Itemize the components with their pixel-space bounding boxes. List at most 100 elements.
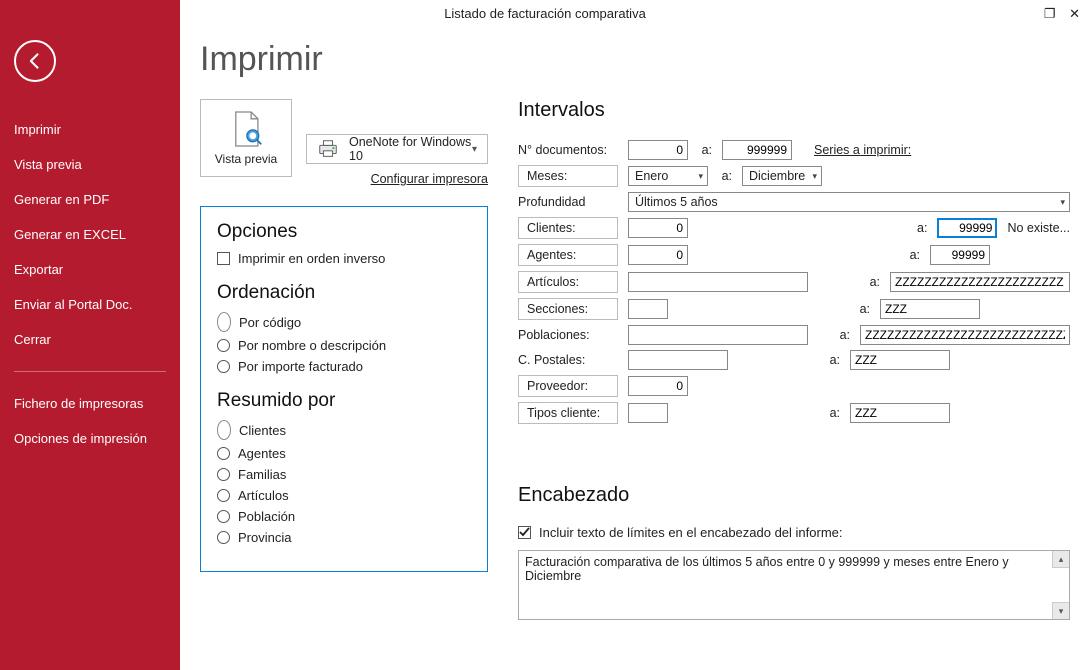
month-from-select[interactable]: Enero ▾: [628, 166, 708, 186]
docnum-to-input[interactable]: [722, 140, 792, 160]
main: Listado de facturación comparativa ❐ ✕ I…: [180, 0, 1090, 670]
ordering-option-code[interactable]: Por código: [217, 312, 471, 332]
docnum-label: N° documentos:: [518, 143, 618, 157]
reverse-order-label: Imprimir en orden inverso: [238, 251, 385, 266]
sections-from-input[interactable]: [628, 299, 668, 319]
postal-from-input[interactable]: [628, 350, 728, 370]
sidebar-item-print-options[interactable]: Opciones de impresión: [0, 421, 180, 456]
preview-label: Vista previa: [215, 152, 277, 166]
sidebar-item-print[interactable]: Imprimir: [0, 112, 180, 147]
towns-label: Poblaciones:: [518, 328, 618, 342]
window-title: Listado de facturación comparativa: [444, 6, 646, 21]
radio-icon: [217, 531, 230, 544]
articles-button[interactable]: Artículos:: [518, 271, 618, 293]
ordering-label: Por importe facturado: [238, 359, 363, 374]
clients-button[interactable]: Clientes:: [518, 217, 618, 239]
chevron-down-icon: ▾: [698, 171, 703, 182]
scroll-down-icon[interactable]: ▾: [1052, 602, 1069, 619]
sidebar: Imprimir Vista previa Generar en PDF Gen…: [0, 0, 180, 670]
towns-from-input[interactable]: [628, 325, 808, 345]
window-controls: ❐ ✕: [1034, 6, 1080, 22]
agents-from-input[interactable]: [628, 245, 688, 265]
ordering-heading: Ordenación: [217, 282, 471, 304]
summary-label: Agentes: [238, 446, 286, 461]
sidebar-item-close[interactable]: Cerrar: [0, 322, 180, 357]
sidebar-separator: [14, 371, 166, 372]
summary-option-agentes[interactable]: Agentes: [217, 446, 471, 461]
ordering-option-name[interactable]: Por nombre o descripción: [217, 338, 471, 353]
postal-label: C. Postales:: [518, 353, 618, 367]
summary-label: Población: [238, 509, 295, 524]
window-close-icon[interactable]: ✕: [1069, 6, 1080, 21]
radio-icon: [217, 420, 231, 440]
back-button[interactable]: [14, 40, 56, 82]
a-label: a:: [906, 248, 920, 262]
configure-printer-link[interactable]: Configurar impresora: [371, 172, 488, 186]
months-button[interactable]: Meses:: [518, 165, 618, 187]
summary-option-articulos[interactable]: Artículos: [217, 488, 471, 503]
towns-to-input[interactable]: [860, 325, 1070, 345]
a-label: a:: [826, 406, 840, 420]
summary-label: Clientes: [239, 423, 286, 438]
agents-to-input[interactable]: [930, 245, 990, 265]
printer-dropdown[interactable]: OneNote for Windows 10 ▾: [306, 134, 488, 164]
include-limits-checkbox[interactable]: Incluir texto de límites en el encabezad…: [518, 525, 1070, 540]
summary-label: Artículos: [238, 488, 289, 503]
summary-heading: Resumido por: [217, 390, 471, 412]
provider-from-input[interactable]: [628, 376, 688, 396]
series-link[interactable]: Series a imprimir:: [814, 143, 911, 157]
sidebar-item-export[interactable]: Exportar: [0, 252, 180, 287]
depth-label: Profundidad: [518, 195, 618, 209]
docnum-from-input[interactable]: [628, 140, 688, 160]
summary-option-provincia[interactable]: Provincia: [217, 530, 471, 545]
summary-option-clientes[interactable]: Clientes: [217, 420, 471, 440]
radio-icon: [217, 312, 231, 332]
summary-label: Familias: [238, 467, 286, 482]
radio-icon: [217, 510, 230, 523]
summary-option-familias[interactable]: Familias: [217, 467, 471, 482]
a-label: a:: [856, 302, 870, 316]
ctypes-button[interactable]: Tipos cliente:: [518, 402, 618, 424]
a-label: a:: [698, 143, 712, 157]
clients-from-input[interactable]: [628, 218, 688, 238]
sidebar-item-printers-file[interactable]: Fichero de impresoras: [0, 386, 180, 421]
left-panel: Opciones Imprimir en orden inverso Orden…: [200, 206, 488, 572]
ctypes-from-input[interactable]: [628, 403, 668, 423]
provider-button[interactable]: Proveedor:: [518, 375, 618, 397]
header-text-area[interactable]: Facturación comparativa de los últimos 5…: [518, 550, 1070, 620]
a-label: a:: [836, 328, 850, 342]
sidebar-item-portal[interactable]: Enviar al Portal Doc.: [0, 287, 180, 322]
summary-option-poblacion[interactable]: Población: [217, 509, 471, 524]
sections-to-input[interactable]: [880, 299, 980, 319]
ctypes-to-input[interactable]: [850, 403, 950, 423]
a-label: a:: [826, 353, 840, 367]
clients-to-input[interactable]: [937, 218, 997, 238]
a-label: a:: [866, 275, 880, 289]
reverse-order-checkbox[interactable]: Imprimir en orden inverso: [217, 251, 471, 266]
agents-button[interactable]: Agentes:: [518, 244, 618, 266]
ordering-label: Por nombre o descripción: [238, 338, 386, 353]
a-label: a:: [913, 221, 927, 235]
a-label: a:: [718, 169, 732, 183]
ordering-option-amount[interactable]: Por importe facturado: [217, 359, 471, 374]
intervals-heading: Intervalos: [518, 99, 1070, 122]
include-limits-label: Incluir texto de límites en el encabezad…: [539, 525, 843, 540]
arrow-left-icon: [25, 51, 45, 71]
month-to-value: Diciembre: [749, 169, 805, 183]
month-from-value: Enero: [635, 169, 668, 183]
clients-note: No existe...: [1007, 221, 1070, 235]
sidebar-item-pdf[interactable]: Generar en PDF: [0, 182, 180, 217]
window-restore-icon[interactable]: ❐: [1044, 6, 1056, 21]
postal-to-input[interactable]: [850, 350, 950, 370]
articles-to-input[interactable]: [890, 272, 1070, 292]
scroll-up-icon[interactable]: ▴: [1052, 551, 1069, 568]
sidebar-item-excel[interactable]: Generar en EXCEL: [0, 217, 180, 252]
radio-icon: [217, 447, 230, 460]
sections-button[interactable]: Secciones:: [518, 298, 618, 320]
articles-from-input[interactable]: [628, 272, 808, 292]
preview-button[interactable]: Vista previa: [200, 99, 292, 177]
sidebar-item-preview[interactable]: Vista previa: [0, 147, 180, 182]
depth-select[interactable]: Últimos 5 años ▾: [628, 192, 1070, 212]
month-to-select[interactable]: Diciembre ▾: [742, 166, 822, 186]
chevron-down-icon: ▾: [812, 171, 817, 182]
